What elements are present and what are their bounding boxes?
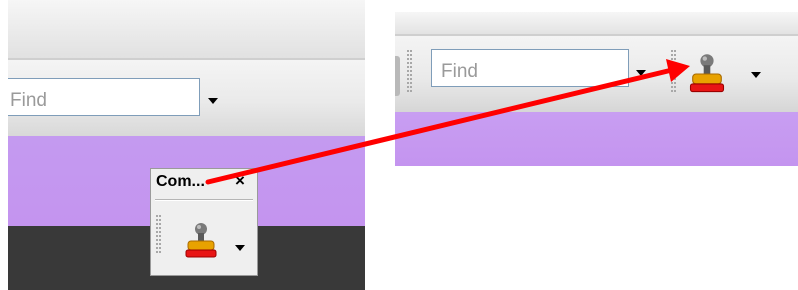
stamp-dropdown-arrow-icon[interactable]: [235, 239, 245, 257]
stamp-icon[interactable]: [181, 221, 221, 266]
floating-toolbar-window[interactable]: Com... ×: [150, 168, 258, 276]
title-bar-area: [395, 12, 798, 36]
right-screenshot-panel: [395, 12, 798, 166]
floating-toolbar-title: Com...: [156, 173, 205, 190]
toolbar-grip-handle[interactable]: [671, 50, 677, 97]
find-input[interactable]: [8, 78, 200, 116]
stamp-icon[interactable]: [685, 52, 729, 101]
find-input[interactable]: [431, 49, 629, 87]
title-separator: [155, 199, 253, 201]
title-bar-area: [8, 0, 365, 60]
purple-content-band: [395, 112, 798, 166]
toolbar-grip-handle[interactable]: [407, 50, 413, 97]
left-screenshot-panel: Com... ×: [8, 0, 365, 290]
stamp-dropdown-arrow-icon[interactable]: [751, 66, 761, 84]
toolbar-grip-handle[interactable]: [156, 215, 162, 260]
close-icon[interactable]: ×: [235, 171, 245, 191]
find-dropdown-arrow-icon[interactable]: [207, 92, 219, 110]
find-dropdown-arrow-icon[interactable]: [635, 64, 647, 82]
toolbar-edge-handle: [395, 56, 400, 96]
